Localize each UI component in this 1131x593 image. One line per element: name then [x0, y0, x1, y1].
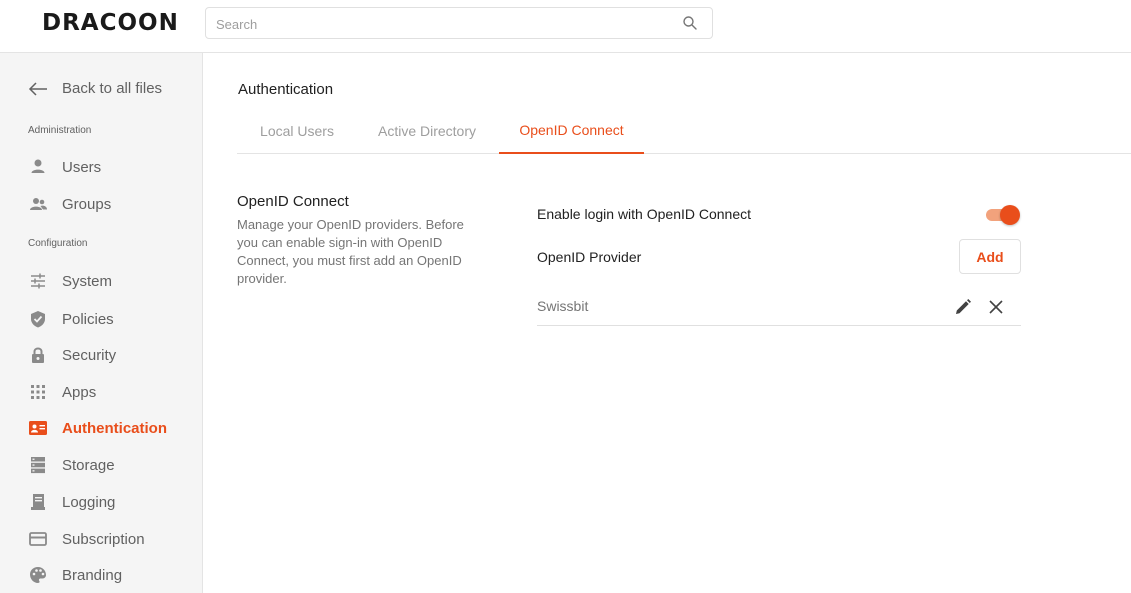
section-label-configuration: Configuration [28, 238, 88, 249]
sidebar-item-label: Storage [62, 456, 115, 474]
sidebar-item-label: Apps [62, 383, 97, 401]
toggle-knob [1000, 205, 1020, 225]
sidebar-item-system[interactable]: System [28, 269, 112, 293]
list-item: Swissbit [537, 290, 1021, 326]
sidebar-item-label: Logging [62, 493, 116, 511]
tab-openid-connect[interactable]: OpenID Connect [499, 108, 644, 154]
section-label-administration: Administration [28, 125, 92, 136]
id-card-icon [28, 418, 48, 438]
sidebar-item-logging[interactable]: Logging [28, 490, 115, 514]
shield-check-icon [28, 309, 48, 329]
back-to-all-files-link[interactable]: Back to all files [28, 80, 162, 97]
tab-local-users[interactable]: Local Users [245, 108, 349, 154]
credit-card-icon [28, 529, 48, 549]
palette-icon [28, 565, 48, 585]
add-provider-button[interactable]: Add [959, 239, 1021, 274]
provider-name: Swissbit [537, 298, 589, 314]
sidebar-item-apps[interactable]: Apps [28, 380, 96, 404]
tab-active-directory[interactable]: Active Directory [367, 108, 487, 154]
sidebar-item-label: Authentication [62, 419, 167, 437]
close-icon[interactable] [987, 298, 1005, 316]
pencil-icon[interactable] [953, 297, 973, 317]
search-box[interactable] [205, 7, 713, 39]
storage-icon [28, 455, 48, 475]
sidebar-item-groups[interactable]: Groups [28, 192, 111, 216]
dracoon-logo[interactable]: DRACOON [42, 10, 179, 36]
tab-bar: Local Users Active Directory OpenID Conn… [237, 108, 1131, 154]
logging-icon [28, 492, 48, 512]
back-label: Back to all files [62, 80, 163, 97]
sidebar: Back to all files Administration Users G… [0, 53, 203, 593]
sidebar-item-policies[interactable]: Policies [28, 307, 114, 331]
page-title: Authentication [238, 81, 334, 98]
sliders-icon [28, 271, 48, 291]
search-icon[interactable] [682, 15, 698, 31]
search-input[interactable] [216, 14, 656, 34]
user-icon [28, 157, 48, 177]
sidebar-item-branding[interactable]: Branding [28, 563, 122, 587]
enable-login-label: Enable login with OpenID Connect [537, 206, 752, 222]
sidebar-item-subscription[interactable]: Subscription [28, 527, 145, 551]
sidebar-item-label: System [62, 272, 113, 290]
sidebar-item-label: Groups [62, 195, 112, 213]
sidebar-item-label: Users [62, 158, 102, 176]
sidebar-item-security[interactable]: Security [28, 343, 116, 367]
sidebar-item-label: Branding [62, 566, 123, 584]
sidebar-item-label: Policies [62, 310, 114, 328]
section-description: Manage your OpenID providers. Before you… [237, 217, 464, 286]
top-bar: DRACOON [0, 0, 1131, 53]
sidebar-item-label: Subscription [62, 530, 145, 548]
sidebar-item-authentication[interactable]: Authentication [28, 416, 167, 440]
sidebar-item-storage[interactable]: Storage [28, 453, 115, 477]
enable-login-toggle[interactable] [984, 205, 1020, 225]
apps-grid-icon [28, 382, 48, 402]
groups-icon [28, 194, 48, 214]
arrow-left-icon [28, 81, 47, 96]
openid-provider-label: OpenID Provider [537, 249, 642, 265]
sidebar-item-label: Security [62, 346, 117, 364]
section-title: OpenID Connect [237, 193, 349, 210]
lock-icon [28, 345, 48, 365]
sidebar-item-users[interactable]: Users [28, 155, 101, 179]
